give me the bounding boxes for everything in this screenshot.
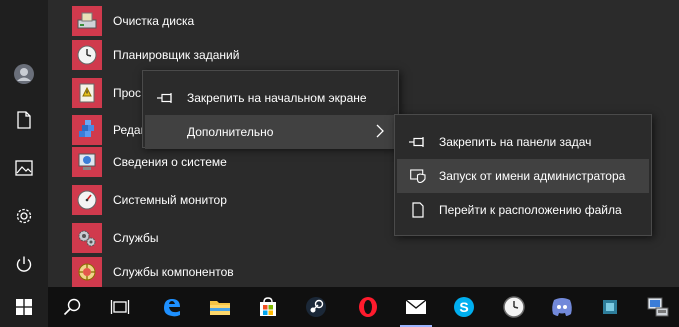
menu-item-label: Закрепить на начальном экране	[187, 91, 367, 105]
svg-text:S: S	[459, 299, 468, 315]
pin-icon	[407, 137, 429, 147]
context-menu: Закрепить на начальном экране Дополнител…	[142, 70, 399, 149]
submenu: Закрепить на панели задач Запуск от имен…	[394, 114, 652, 236]
pin-to-taskbar-menu-item[interactable]: Закрепить на панели задач	[397, 125, 649, 159]
open-file-location-menu-item[interactable]: Перейти к расположению файла	[397, 193, 649, 227]
menu-item-label: Закрепить на панели задач	[439, 135, 592, 149]
start-menu-rail	[0, 0, 48, 287]
list-item[interactable]: Службы компонентов	[72, 255, 472, 289]
task-view-icon[interactable]	[96, 287, 144, 327]
skype-icon[interactable]: S	[440, 287, 488, 327]
network-icon[interactable]	[634, 287, 679, 327]
menu-item-label: Запуск от имени администратора	[439, 169, 626, 183]
file-explorer-icon[interactable]	[196, 287, 244, 327]
mail-icon[interactable]	[392, 287, 440, 327]
disk-cleanup-icon	[72, 6, 102, 36]
app-label: Планировщик заданий	[113, 48, 240, 62]
performance-monitor-icon	[72, 185, 102, 215]
registry-editor-icon	[72, 115, 102, 145]
generic-app-icon[interactable]	[586, 287, 634, 327]
settings-gear-icon[interactable]	[0, 194, 48, 238]
pin-to-start-menu-item[interactable]: Закрепить на начальном экране	[145, 81, 396, 115]
pin-icon	[155, 93, 177, 103]
documents-icon[interactable]	[0, 98, 48, 142]
app-label: Системный монитор	[113, 193, 227, 207]
list-item[interactable]: Очистка диска	[72, 4, 472, 38]
clock-icon[interactable]	[490, 287, 538, 327]
store-icon[interactable]	[244, 287, 292, 327]
app-label: Очистка диска	[113, 14, 195, 28]
opera-icon[interactable]	[344, 287, 392, 327]
more-menu-item[interactable]: Дополнительно	[145, 115, 396, 149]
document-icon	[407, 202, 429, 218]
power-icon[interactable]	[0, 242, 48, 286]
component-services-icon	[72, 257, 102, 287]
run-as-admin-menu-item[interactable]: Запуск от имени администратора	[397, 159, 649, 193]
user-avatar[interactable]	[0, 52, 48, 96]
event-viewer-icon	[72, 78, 102, 108]
app-label: Прос	[113, 86, 141, 100]
steam-icon[interactable]	[292, 287, 340, 327]
menu-item-label: Перейти к расположению файла	[439, 203, 622, 217]
list-item[interactable]: Планировщик заданий	[72, 38, 472, 72]
search-icon[interactable]	[48, 287, 96, 327]
menu-item-label: Дополнительно	[187, 125, 274, 139]
app-label: Службы	[113, 231, 159, 245]
app-label: Службы компонентов	[113, 265, 234, 279]
windows-start-icon[interactable]	[0, 287, 48, 327]
app-label: Редак	[113, 123, 146, 137]
discord-icon[interactable]	[538, 287, 586, 327]
edge-icon[interactable]	[148, 287, 196, 327]
pictures-icon[interactable]	[0, 146, 48, 190]
system-info-icon	[72, 147, 102, 177]
taskbar: S	[0, 287, 679, 327]
task-scheduler-icon	[72, 40, 102, 70]
chevron-right-icon	[376, 124, 384, 141]
shield-icon	[407, 169, 429, 183]
app-label: Сведения о системе	[113, 155, 227, 169]
services-icon	[72, 223, 102, 253]
